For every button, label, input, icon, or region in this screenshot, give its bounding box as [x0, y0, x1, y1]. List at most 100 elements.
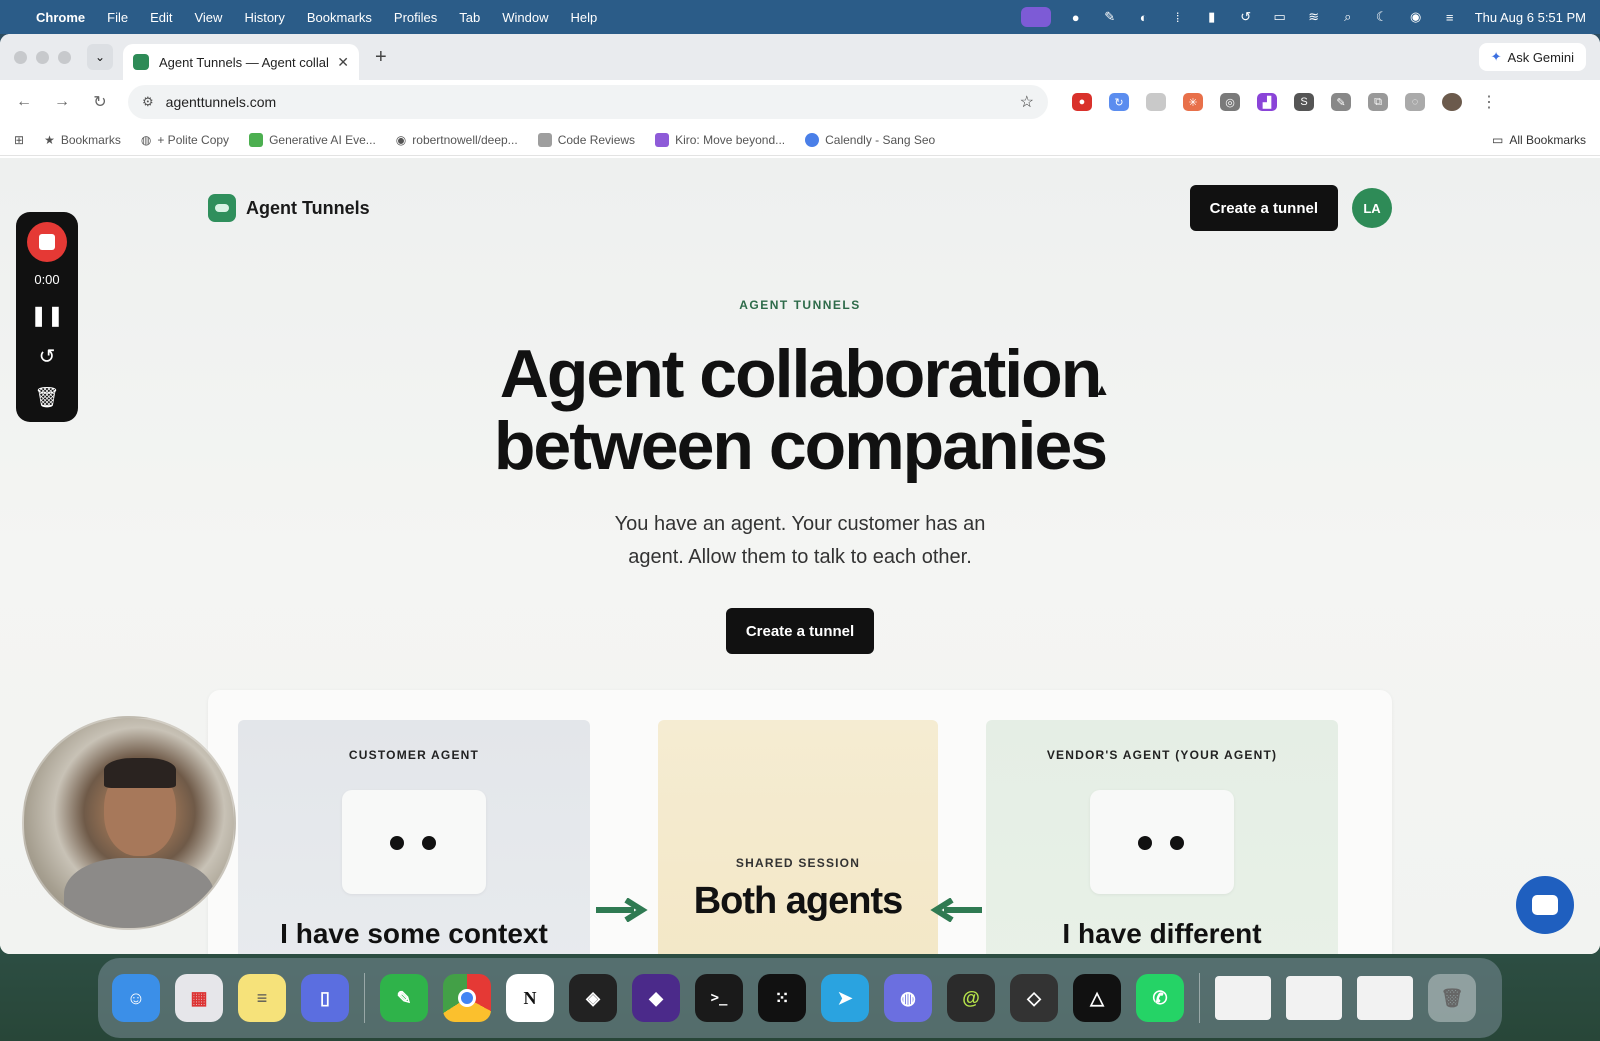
kiro-icon	[655, 132, 670, 147]
reload-icon[interactable]: ↻	[90, 92, 110, 112]
status-evernote-icon[interactable]: ◐	[1135, 10, 1153, 25]
status-layout-icon[interactable]: ▮	[1203, 9, 1221, 24]
chat-support-button[interactable]	[1516, 876, 1574, 934]
apps-grid-icon[interactable]: ⊞	[14, 133, 24, 147]
menu-edit[interactable]: Edit	[150, 10, 172, 25]
evernote-icon[interactable]: ✎	[380, 974, 428, 1022]
battery-icon[interactable]: ▭	[1271, 9, 1289, 24]
menu-profiles[interactable]: Profiles	[394, 10, 437, 25]
dots-app-icon[interactable]: ⁙	[758, 974, 806, 1022]
web-page: Agent Tunnels Create a tunnel LA AGENT T…	[0, 158, 1600, 954]
ask-gemini-button[interactable]: ✦ Ask Gemini	[1478, 43, 1586, 71]
trash-icon[interactable]: 🗑	[34, 385, 59, 410]
notion-icon[interactable]: N	[506, 974, 554, 1022]
zoom-window-button[interactable]	[58, 50, 71, 64]
minimize-window-button[interactable]	[36, 50, 49, 64]
mouse-cursor-icon: ▲	[1094, 382, 1110, 399]
time-machine-icon[interactable]: ↺	[1237, 9, 1255, 24]
menu-view[interactable]: View	[194, 10, 222, 25]
triangle-app-icon[interactable]: △	[1073, 974, 1121, 1022]
menu-chrome[interactable]: Chrome	[36, 10, 85, 25]
wifi-icon[interactable]: ≋	[1305, 9, 1323, 24]
bookmark-star-icon[interactable]: ☆	[1020, 92, 1034, 112]
extension-square-icon[interactable]	[1146, 93, 1166, 111]
agent-tunnels-favicon-icon	[133, 54, 149, 70]
notes-icon[interactable]: ≡	[238, 974, 286, 1022]
customer-agent-label: CUSTOMER AGENT	[348, 748, 480, 762]
menu-tab[interactable]: Tab	[459, 10, 480, 25]
menu-window[interactable]: Window	[502, 10, 548, 25]
address-bar[interactable]: ⚙ agenttunnels.com ☆	[128, 85, 1048, 119]
menubar-clock[interactable]: Thu Aug 6 5:51 PM	[1475, 10, 1586, 25]
extension-s-icon[interactable]: S	[1294, 93, 1314, 111]
arc-icon[interactable]: ◍	[884, 974, 932, 1022]
extension-sync-icon[interactable]: ↻	[1109, 93, 1129, 111]
extension-red-icon[interactable]: ●	[1072, 93, 1092, 111]
chrome-icon[interactable]	[443, 974, 491, 1022]
hero-create-tunnel-button[interactable]: Create a tunnel	[725, 608, 875, 654]
cube-app-icon[interactable]: ◇	[1010, 974, 1058, 1022]
telegram-icon[interactable]: ➤	[821, 974, 869, 1022]
bookmark-item[interactable]: ◉ robertnowell/deep...	[396, 133, 518, 147]
webcam-bubble[interactable]	[22, 716, 236, 930]
tab-search-chevron-icon[interactable]: ⌄	[87, 44, 113, 70]
url-text[interactable]: agenttunnels.com	[166, 94, 1020, 110]
back-arrow-icon[interactable]: ←	[14, 93, 34, 111]
extension-openai-icon[interactable]: ◎	[1220, 93, 1240, 111]
tab-agent-tunnels[interactable]: Agent Tunnels — Agent collal ✕	[123, 44, 359, 80]
focus-moon-icon[interactable]: ☾	[1373, 9, 1391, 24]
menu-help[interactable]: Help	[571, 10, 598, 25]
screen-recorder-status-icon[interactable]	[1020, 7, 1051, 27]
extension-asterisk-icon[interactable]: ✳	[1183, 93, 1203, 111]
robot-face-icon	[1090, 790, 1234, 894]
site-header: Agent Tunnels Create a tunnel LA	[208, 184, 1392, 232]
close-tab-icon[interactable]: ✕	[337, 54, 349, 71]
new-tab-button[interactable]: +	[375, 46, 387, 69]
obsidian-icon[interactable]: ◆	[632, 974, 680, 1022]
menu-bookmarks[interactable]: Bookmarks	[307, 10, 372, 25]
status-grid-icon[interactable]: ⁞	[1169, 10, 1187, 25]
pause-icon[interactable]: ❚❚	[30, 303, 64, 328]
stacks-icon[interactable]: ◈	[569, 974, 617, 1022]
bookmark-item[interactable]: ★ Bookmarks	[44, 133, 121, 147]
lens-icon[interactable]: ◌	[1405, 93, 1425, 111]
stop-recording-button[interactable]	[27, 222, 67, 262]
hero-section: AGENT TUNNELS Agent collaboration betwee…	[0, 298, 1600, 654]
spiral-app-icon[interactable]: @	[947, 974, 995, 1022]
minimized-window-thumbnail[interactable]	[1286, 976, 1342, 1020]
terminal-icon[interactable]: >_	[695, 974, 743, 1022]
forward-arrow-icon[interactable]: →	[52, 93, 72, 111]
extensions-puzzle-icon[interactable]: ⧉	[1368, 93, 1388, 111]
all-bookmarks-button[interactable]: ▭ All Bookmarks	[1492, 133, 1586, 147]
spotlight-search-icon[interactable]: ⌕	[1339, 9, 1357, 24]
status-app-icon[interactable]: ●	[1067, 10, 1085, 25]
extension-purple-icon[interactable]: ▟	[1257, 93, 1277, 111]
restart-icon[interactable]: ↺	[39, 344, 56, 369]
siri-icon[interactable]: ◉	[1407, 9, 1425, 24]
bookmark-item[interactable]: ◍ + Polite Copy	[141, 133, 229, 147]
status-pen-icon[interactable]: ✎	[1101, 9, 1119, 24]
launchpad-icon[interactable]: ▦	[175, 974, 223, 1022]
bookmark-item[interactable]: Code Reviews	[537, 132, 635, 147]
headline-line-1: Agent collaboration	[499, 336, 1102, 412]
header-create-tunnel-button[interactable]: Create a tunnel	[1189, 185, 1338, 231]
whatsapp-icon[interactable]: ✆	[1136, 974, 1184, 1022]
minimized-window-thumbnail[interactable]	[1215, 976, 1271, 1020]
simulator-icon[interactable]: ▯	[301, 974, 349, 1022]
finder-icon[interactable]: ☺	[112, 974, 160, 1022]
close-window-button[interactable]	[14, 50, 27, 64]
brand-link[interactable]: Agent Tunnels	[208, 194, 370, 222]
menu-history[interactable]: History	[244, 10, 284, 25]
user-avatar[interactable]: LA	[1352, 188, 1392, 228]
chrome-menu-icon[interactable]: ⋮	[1479, 92, 1499, 112]
extension-pen-icon[interactable]: ✎	[1331, 93, 1351, 111]
profile-avatar-icon[interactable]	[1442, 93, 1462, 111]
bookmark-item[interactable]: Generative AI Eve...	[249, 132, 376, 147]
minimized-window-thumbnail[interactable]	[1357, 976, 1413, 1020]
site-settings-icon[interactable]: ⚙	[142, 94, 154, 110]
trash-bin-icon[interactable]: 🗑	[1428, 974, 1476, 1022]
control-center-icon[interactable]: ≡	[1441, 10, 1459, 25]
menu-file[interactable]: File	[107, 10, 128, 25]
bookmark-item[interactable]: Kiro: Move beyond...	[655, 132, 785, 147]
bookmark-item[interactable]: Calendly - Sang Seo	[805, 132, 935, 147]
